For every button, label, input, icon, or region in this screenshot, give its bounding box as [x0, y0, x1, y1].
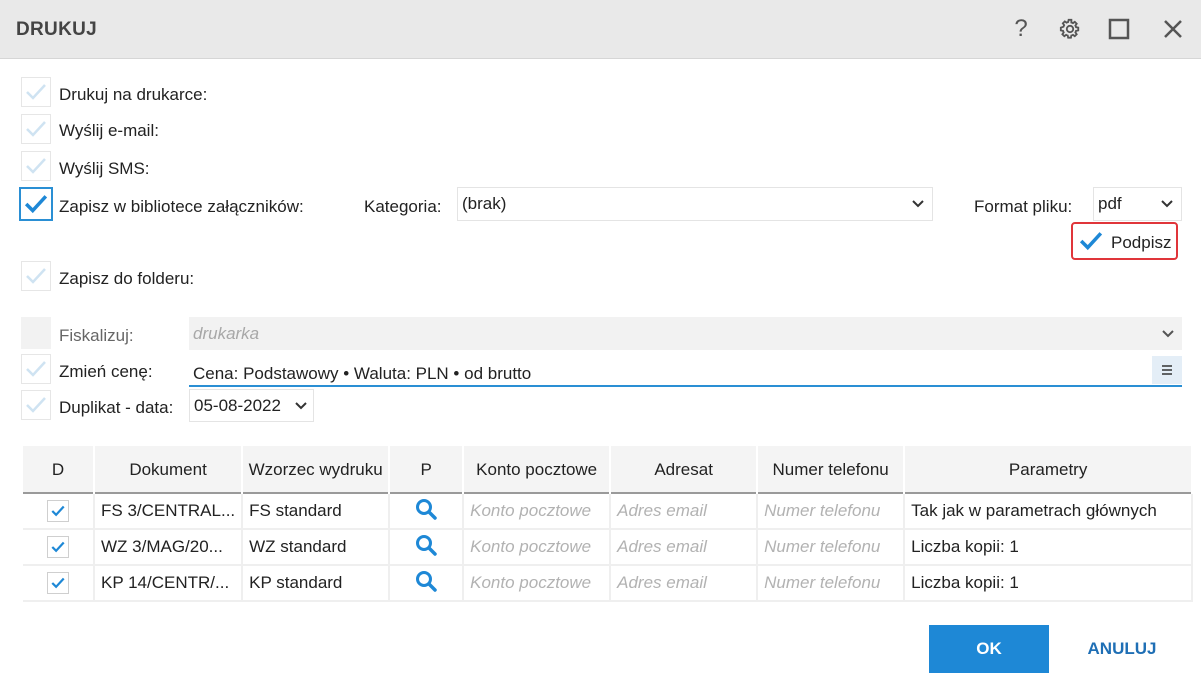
column-header-d[interactable]: D — [23, 446, 95, 493]
addressee-cell[interactable]: Adres email — [610, 565, 759, 602]
category-select[interactable]: (brak) — [457, 187, 933, 221]
column-header-account[interactable]: Konto pocztowe — [463, 446, 612, 493]
table-row[interactable]: FS 3/CENTRAL... FS standard Konto poczto… — [23, 493, 1194, 530]
close-icon[interactable] — [1158, 14, 1188, 44]
format-label: Format pliku: — [974, 197, 1073, 216]
price-label: Zmień cenę: — [59, 362, 153, 381]
search-icon[interactable] — [414, 534, 438, 561]
row-checkbox[interactable] — [47, 536, 69, 558]
parameters-cell[interactable]: Liczba kopii: 1 — [904, 565, 1194, 602]
preview-cell — [389, 493, 465, 530]
folder-checkbox[interactable] — [21, 261, 51, 291]
parameters-cell[interactable]: Tak jak w parametrach głównych — [904, 493, 1194, 530]
account-cell[interactable]: Konto pocztowe — [463, 529, 612, 566]
fiscal-placeholder: drukarka — [193, 323, 260, 343]
chevron-down-icon — [904, 200, 932, 208]
menu-icon[interactable] — [1152, 356, 1182, 384]
category-label: Kategoria: — [364, 197, 442, 216]
documents-table: D Dokument Wzorzec wydruku P Konto poczt… — [23, 446, 1194, 602]
gear-icon[interactable] — [1055, 14, 1085, 44]
row-checkbox[interactable] — [47, 500, 69, 522]
account-cell[interactable]: Konto pocztowe — [463, 493, 612, 530]
format-select[interactable]: pdf — [1093, 187, 1182, 221]
chevron-down-icon — [289, 401, 313, 410]
phone-cell[interactable]: Numer telefonu — [757, 529, 906, 566]
table-row[interactable]: KP 14/CENTR/... KP standard Konto poczto… — [23, 565, 1194, 602]
duplicate-label: Duplikat - data: — [59, 398, 174, 417]
fiscal-select: drukarka — [189, 317, 1182, 350]
folder-label: Zapisz do folderu: — [59, 269, 195, 288]
duplicate-date-picker[interactable]: 05-08-2022 — [189, 389, 314, 422]
dialog-title: DRUKUJ — [16, 19, 97, 40]
template-cell: WZ standard — [242, 529, 391, 566]
template-cell: KP standard — [242, 565, 391, 602]
preview-cell — [389, 565, 465, 602]
sign-checkbox[interactable] — [1075, 225, 1107, 257]
ok-button[interactable]: OK — [929, 625, 1049, 673]
phone-cell[interactable]: Numer telefonu — [757, 493, 906, 530]
cancel-button[interactable]: ANULUJ — [1078, 625, 1166, 673]
row-checkbox[interactable] — [47, 572, 69, 594]
sms-label: Wyślij SMS: — [59, 159, 150, 178]
email-checkbox[interactable] — [21, 114, 51, 144]
maximize-icon[interactable] — [1104, 14, 1134, 44]
column-header-phone[interactable]: Numer telefonu — [757, 446, 906, 493]
fiscal-label: Fiskalizuj: — [59, 326, 134, 345]
column-header-addressee[interactable]: Adresat — [610, 446, 759, 493]
help-icon[interactable]: ? — [1006, 14, 1036, 44]
document-cell: WZ 3/MAG/20... — [94, 529, 244, 566]
preview-cell — [389, 529, 465, 566]
addressee-cell[interactable]: Adres email — [610, 529, 759, 566]
table-row[interactable]: WZ 3/MAG/20... WZ standard Konto pocztow… — [23, 529, 1194, 566]
phone-cell[interactable]: Numer telefonu — [757, 565, 906, 602]
price-checkbox[interactable] — [21, 354, 51, 384]
title-bar: DRUKUJ ? — [0, 0, 1201, 59]
library-checkbox[interactable] — [19, 187, 53, 221]
chevron-down-icon — [1153, 200, 1181, 208]
account-cell[interactable]: Konto pocztowe — [463, 565, 612, 602]
search-icon[interactable] — [414, 498, 438, 525]
addressee-cell[interactable]: Adres email — [610, 493, 759, 530]
sms-checkbox[interactable] — [21, 151, 51, 181]
print-checkbox[interactable] — [21, 77, 51, 107]
price-field[interactable]: Cena: Podstawowy • Waluta: PLN • od brut… — [189, 355, 1182, 387]
print-label: Drukuj na drukarce: — [59, 85, 208, 104]
column-header-template[interactable]: Wzorzec wydruku — [242, 446, 391, 493]
library-label: Zapisz w bibliotece załączników: — [59, 197, 304, 216]
email-label: Wyślij e-mail: — [59, 121, 159, 140]
search-icon[interactable] — [414, 570, 438, 597]
category-value: (brak) — [462, 194, 507, 213]
format-value: pdf — [1098, 194, 1122, 213]
column-header-p[interactable]: P — [389, 446, 465, 493]
price-value: Cena: Podstawowy • Waluta: PLN • od brut… — [193, 364, 532, 383]
column-header-parameters[interactable]: Parametry — [904, 446, 1194, 493]
duplicate-checkbox[interactable] — [21, 390, 51, 420]
duplicate-date-value: 05-08-2022 — [194, 395, 281, 415]
template-cell: FS standard — [242, 493, 391, 530]
document-cell: FS 3/CENTRAL... — [94, 493, 244, 530]
chevron-down-icon — [1154, 329, 1182, 338]
sign-label: Podpisz — [1111, 233, 1172, 252]
parameters-cell[interactable]: Liczba kopii: 1 — [904, 529, 1194, 566]
fiscal-checkbox — [21, 317, 51, 349]
document-cell: KP 14/CENTR/... — [94, 565, 244, 602]
column-header-document[interactable]: Dokument — [94, 446, 244, 493]
